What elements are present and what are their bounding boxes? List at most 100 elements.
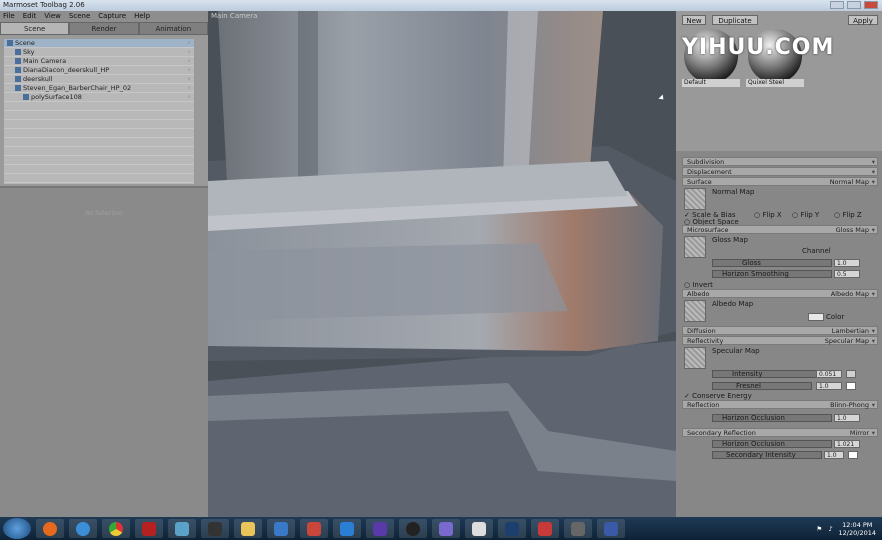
menu-file[interactable]: File (3, 11, 15, 22)
tab-animation[interactable]: Animation (138, 22, 208, 35)
flip-x-checkbox[interactable]: ○ Flip X (754, 211, 782, 219)
section-diffusion[interactable]: Diffusion Lambertian ▾ (682, 326, 878, 335)
taskbar-app12[interactable] (399, 519, 427, 538)
fresnel-value[interactable]: 1.0 (816, 382, 842, 390)
diffusion-mode[interactable]: Lambertian (832, 327, 869, 336)
taskbar-app18[interactable] (597, 519, 625, 538)
scene-tree-item[interactable]: polySurface108 ◦ (4, 93, 194, 102)
visibility-toggle-icon[interactable]: ◦ (187, 75, 191, 84)
visibility-toggle-icon[interactable]: ◦ (187, 66, 191, 75)
reflection-horizon-value[interactable]: 1.0 (834, 414, 860, 422)
section-microsurface[interactable]: Microsurface Gloss Map ▾ (682, 225, 878, 234)
fresnel-color-swatch[interactable] (846, 382, 856, 390)
scene-tree-item[interactable]: Sky ◦ (4, 48, 194, 57)
section-albedo[interactable]: Albedo Albedo Map ▾ (682, 289, 878, 298)
gloss-map-label: Gloss Map (712, 236, 748, 244)
app-icon (439, 521, 453, 536)
scene-tree-item[interactable]: Steven_Egan_BarberChair_HP_02 ◦ (4, 84, 194, 93)
material-name-default[interactable]: Default (682, 79, 740, 87)
menu-scene[interactable]: Scene (69, 11, 90, 22)
duplicate-material-button[interactable]: Duplicate (712, 15, 758, 25)
material-name-quixel-steel[interactable]: Quixel Steel (746, 79, 804, 87)
visibility-toggle-icon[interactable]: ◦ (187, 57, 191, 66)
empty-row (4, 111, 194, 120)
gloss-slider[interactable] (712, 259, 832, 267)
secondary-mode[interactable]: Mirror (850, 429, 869, 438)
visibility-toggle-icon[interactable]: ◦ (187, 84, 191, 93)
scene-tree-item[interactable]: DianaDiacon_deerskull_HP ◦ (4, 66, 194, 75)
taskbar-zbrush[interactable] (465, 519, 493, 538)
fresnel-slider[interactable] (712, 382, 812, 390)
section-displacement[interactable]: Displacement ▾ (682, 167, 878, 176)
new-material-button[interactable]: New (682, 15, 706, 25)
taskbar-app17[interactable] (564, 519, 592, 538)
app-icon (571, 521, 585, 536)
taskbar-app5[interactable] (168, 519, 196, 538)
taskbar-media[interactable] (267, 519, 295, 538)
albedo-color-swatch[interactable] (808, 313, 824, 321)
taskbar-photoshop[interactable] (498, 519, 526, 538)
reflection-mode[interactable]: Blinn-Phong (830, 401, 869, 410)
intensity-slider[interactable] (712, 370, 832, 378)
close-button[interactable] (864, 1, 878, 9)
section-reflection[interactable]: Reflection Blinn-Phong ▾ (682, 400, 878, 409)
taskbar-app16[interactable] (531, 519, 559, 538)
gloss-map-thumbnail[interactable] (684, 236, 706, 258)
taskbar-app9[interactable] (300, 519, 328, 538)
menu-help[interactable]: Help (134, 11, 150, 22)
taskbar-explorer[interactable] (234, 519, 262, 538)
secondary-color-swatch[interactable] (848, 451, 858, 459)
visibility-toggle-icon[interactable]: ◦ (187, 93, 191, 102)
section-label: Displacement (687, 168, 732, 176)
clock[interactable]: 12:04 PM 12/20/2014 (839, 521, 876, 537)
invert-checkbox[interactable]: ○ Invert (684, 281, 713, 289)
specular-map-thumbnail[interactable] (684, 347, 706, 369)
section-subdivision[interactable]: Subdivision ▾ (682, 157, 878, 166)
albedo-map-thumbnail[interactable] (684, 300, 706, 322)
taskbar-app13[interactable] (432, 519, 460, 538)
reflectivity-mode[interactable]: Specular Map (825, 337, 869, 346)
menu-capture[interactable]: Capture (98, 11, 126, 22)
minimize-button[interactable] (830, 1, 844, 9)
taskbar-filezilla[interactable] (135, 519, 163, 538)
volume-icon[interactable]: ♪ (828, 525, 832, 533)
menu-edit[interactable]: Edit (23, 11, 37, 22)
visibility-toggle-icon[interactable]: ◦ (187, 48, 191, 57)
tab-render[interactable]: Render (69, 22, 139, 35)
horizon-smoothing-value[interactable]: 0.5 (834, 270, 860, 278)
section-secondary-reflection[interactable]: Secondary Reflection Mirror ▾ (682, 428, 878, 437)
apply-material-button[interactable]: Apply (848, 15, 878, 25)
flip-y-checkbox[interactable]: ○ Flip Y (792, 211, 819, 219)
scene-tree-item[interactable]: Scene ◦ (4, 39, 194, 48)
specular-color-swatch[interactable] (846, 370, 856, 378)
albedo-mode[interactable]: Albedo Map (831, 290, 869, 299)
secondary-horizon-value[interactable]: 1.021 (834, 440, 860, 448)
section-reflectivity[interactable]: Reflectivity Specular Map ▾ (682, 336, 878, 345)
flip-z-checkbox[interactable]: ○ Flip Z (834, 211, 862, 219)
taskbar-dropbox[interactable] (333, 519, 361, 538)
visibility-toggle-icon[interactable]: ◦ (187, 39, 191, 48)
scene-tree-item[interactable]: deerskull ◦ (4, 75, 194, 84)
app-icon (406, 521, 420, 536)
microsurface-mode[interactable]: Gloss Map (836, 226, 869, 235)
taskbar-ie[interactable] (69, 519, 97, 538)
scene-tree-item[interactable]: Main Camera ◦ (4, 57, 194, 66)
intensity-value[interactable]: 0.051 (816, 370, 842, 378)
surface-mode[interactable]: Normal Map (830, 178, 869, 187)
secondary-intensity-value[interactable]: 1.0 (824, 451, 844, 459)
section-surface[interactable]: Surface Normal Map ▾ (682, 177, 878, 186)
normal-map-thumbnail[interactable] (684, 188, 706, 210)
taskbar-firefox[interactable] (36, 519, 64, 538)
start-button[interactable] (3, 518, 31, 539)
flag-icon[interactable]: ⚑ (817, 525, 823, 533)
menu-view[interactable]: View (44, 11, 61, 22)
conserve-energy-checkbox[interactable]: ✓ Conserve Energy (684, 392, 752, 400)
taskbar-app11[interactable] (366, 519, 394, 538)
maximize-button[interactable] (847, 1, 861, 9)
gloss-value[interactable]: 1.0 (834, 259, 860, 267)
3d-viewport[interactable]: Main Camera (208, 11, 676, 517)
tab-scene[interactable]: Scene (0, 22, 70, 35)
taskbar-marmoset[interactable] (201, 519, 229, 538)
taskbar-chrome[interactable] (102, 519, 130, 538)
channel-label: Channel (802, 247, 831, 255)
